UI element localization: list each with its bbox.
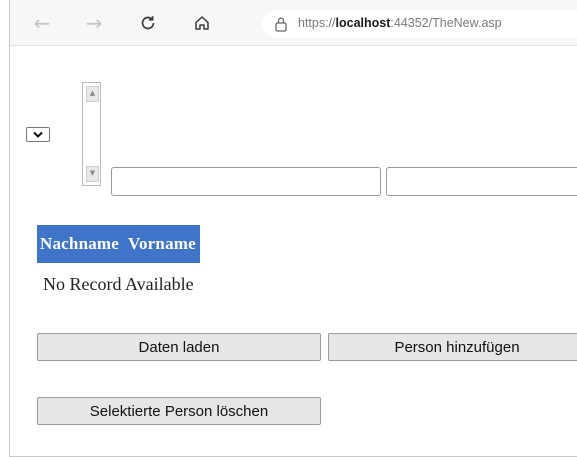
grid-header: Nachname Vorname <box>37 225 200 263</box>
column-header-nachname[interactable]: Nachname <box>40 234 119 254</box>
chevron-down-icon <box>33 131 43 138</box>
url-prefix: https:// <box>298 16 336 30</box>
nachname-input[interactable] <box>111 167 381 196</box>
forward-icon[interactable]: → <box>80 9 108 37</box>
url-path: :44352/TheNew.asp <box>390 16 502 30</box>
vorname-input[interactable] <box>386 167 577 196</box>
lock-icon[interactable] <box>274 16 288 32</box>
url-host: localhost <box>335 16 391 30</box>
home-icon[interactable] <box>188 9 216 37</box>
add-person-button[interactable]: Person hinzufügen <box>328 333 577 361</box>
load-data-button[interactable]: Daten laden <box>37 333 321 361</box>
home-glyph <box>195 16 209 30</box>
column-header-vorname[interactable]: Vorname <box>128 234 196 254</box>
scroll-down-icon[interactable]: ▼ <box>86 166 99 182</box>
delete-selected-person-button[interactable]: Selektierte Person löschen <box>37 397 321 425</box>
person-listbox[interactable]: ▲ ▼ <box>82 82 101 186</box>
browser-toolbar: ← → https://localhost:44352/TheNew.asp <box>10 0 577 46</box>
back-icon[interactable]: ← <box>28 9 56 37</box>
address-bar[interactable]: https://localhost:44352/TheNew.asp <box>262 10 577 38</box>
address-url[interactable]: https://localhost:44352/TheNew.asp <box>298 16 502 30</box>
refresh-icon[interactable] <box>134 9 162 37</box>
dropdown-select[interactable] <box>26 127 50 142</box>
refresh-glyph <box>141 16 155 30</box>
scroll-up-icon[interactable]: ▲ <box>86 86 99 102</box>
grid-empty-message: No Record Available <box>43 274 194 294</box>
